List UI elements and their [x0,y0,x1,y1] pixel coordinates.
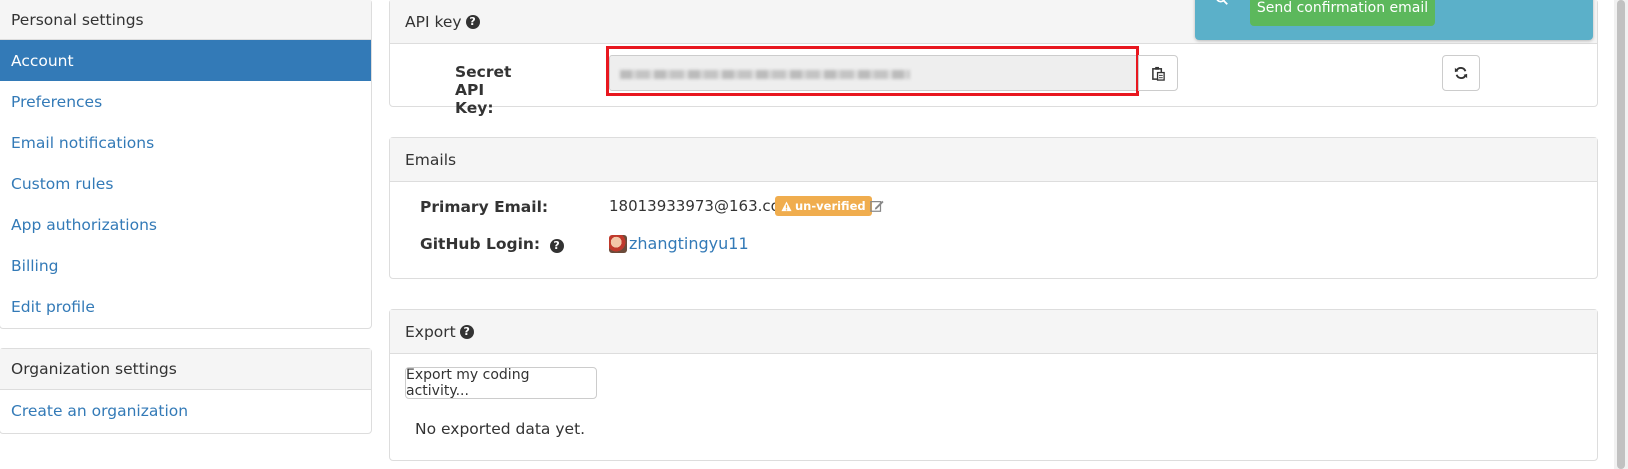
send-confirmation-email-button[interactable]: Send confirmation email [1250,0,1435,26]
sidebar-item-edit-profile[interactable]: Edit profile [0,286,371,327]
github-username: zhangtingyu11 [629,234,749,253]
sidebar-item-account[interactable]: Account [0,40,371,81]
github-avatar [609,234,627,253]
unverified-badge-label: un-verified [795,199,866,213]
emails-panel: Emails Primary Email: 18013933973@163.co… [389,137,1598,279]
github-user-link[interactable]: zhangtingyu11 [609,234,749,253]
github-login-label: GitHub Login: ? [420,235,564,253]
notification-toast: Send confirmation email [1195,0,1593,40]
organization-settings-panel: Organization settings Create an organiza… [0,348,372,434]
secret-api-key-label: Secret API Key: [455,63,512,117]
export-heading: Export ? [390,310,1597,354]
sidebar-item-create-organization[interactable]: Create an organization [0,390,371,431]
question-circle-icon[interactable]: ? [465,14,480,29]
secret-api-key-input[interactable] [609,55,1141,91]
scrollbar-thumb[interactable] [1617,0,1625,469]
question-circle-icon[interactable]: ? [459,324,474,339]
unverified-badge: un-verified [775,196,872,216]
primary-email-value: 18013933973@163.com [609,197,795,215]
primary-email-label: Primary Email: [420,198,549,216]
export-coding-activity-button[interactable]: Export my coding activity... [405,367,597,399]
emails-heading: Emails [390,138,1597,182]
api-key-title: API key [405,12,462,31]
export-panel: Export ? Export my coding activity... No… [389,309,1598,461]
refresh-icon [1454,66,1468,80]
clipboard-icon [1151,66,1165,81]
regenerate-api-key-button[interactable] [1442,55,1480,91]
export-title: Export [405,322,456,341]
sidebar-item-billing[interactable]: Billing [0,245,371,286]
blurred-key-value [620,70,910,79]
no-exported-data-text: No exported data yet. [415,420,586,438]
page-scrollbar[interactable] [1614,0,1628,469]
question-circle-icon[interactable]: ? [549,238,564,253]
sidebar-item-preferences[interactable]: Preferences [0,81,371,122]
personal-settings-panel: Personal settings Account Preferences Em… [0,0,372,329]
warning-icon [781,200,792,211]
sidebar-item-app-authorizations[interactable]: App authorizations [0,204,371,245]
sidebar-item-email-notifications[interactable]: Email notifications [0,122,371,163]
sidebar-item-custom-rules[interactable]: Custom rules [0,163,371,204]
search-icon [1216,0,1228,5]
github-login-label-text: GitHub Login: [420,235,541,253]
edit-icon[interactable] [870,199,884,213]
copy-api-key-button[interactable] [1138,55,1178,91]
organization-settings-heading: Organization settings [0,349,371,390]
personal-settings-heading: Personal settings [0,0,371,40]
